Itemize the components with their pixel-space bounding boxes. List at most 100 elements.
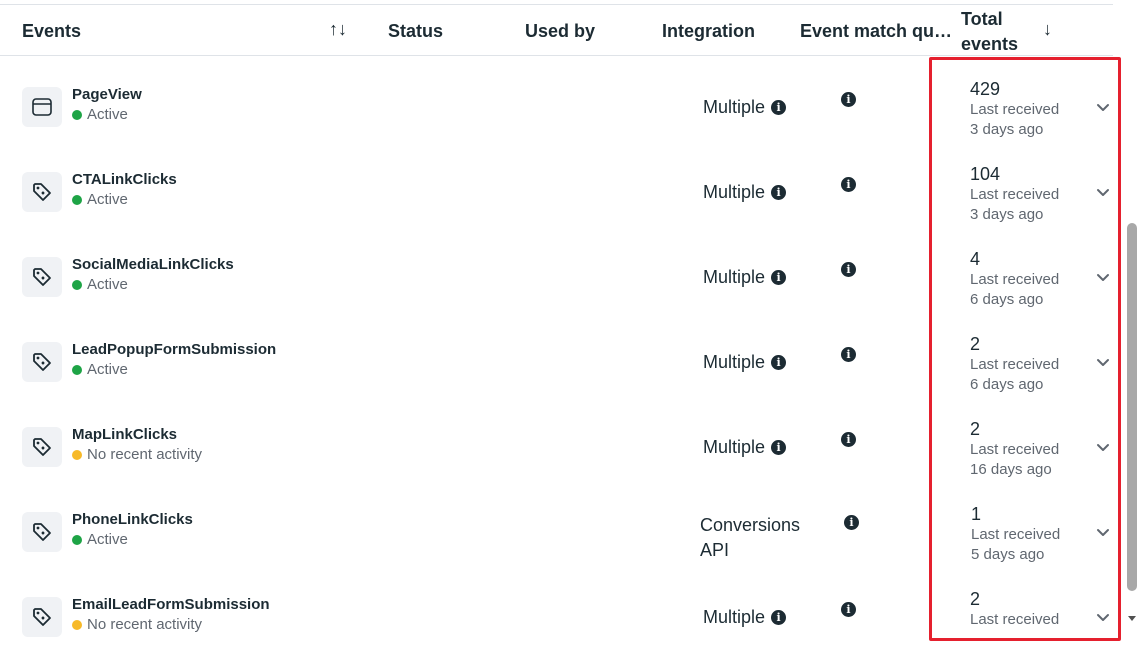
event-status: Active (72, 361, 128, 378)
total-events-count: 104 (970, 164, 1001, 184)
total-events-count: 2 (970, 419, 981, 439)
chevron-down-icon[interactable] (1095, 354, 1111, 370)
info-icon[interactable]: i (841, 432, 856, 447)
event-status: No recent activity (72, 446, 202, 463)
table-row[interactable]: CTALinkClicks Active Multiple i i 104 Last rec… (0, 151, 1113, 236)
event-status-label: Active (87, 276, 128, 293)
last-received-value: 3 days ago (970, 206, 1044, 223)
total-events-count: 1 (971, 504, 982, 524)
info-icon[interactable]: i (841, 602, 856, 617)
event-name[interactable]: MapLinkClicks (72, 426, 177, 443)
event-status: Active (72, 106, 128, 123)
info-icon[interactable]: i (771, 610, 787, 625)
event-match-quality-cell: i (841, 175, 856, 193)
tag-icon (22, 512, 62, 552)
event-status: Active (72, 191, 128, 208)
header-total-events[interactable]: Total events (961, 7, 1041, 57)
total-events-cell: 2 Last received 6 days ago (970, 333, 1059, 395)
integration-value: Multiple (703, 607, 766, 627)
events-table: Events ↑↓ Status Used by Integration Eve… (0, 0, 1147, 645)
header-integration[interactable]: Integration (662, 21, 755, 42)
scrollbar-thumb[interactable] (1127, 223, 1137, 591)
table-row[interactable]: SocialMediaLinkClicks Active Multiple i i 4 La… (0, 236, 1113, 321)
last-received-label: Last received (971, 526, 1061, 543)
table-row[interactable]: PageView Active Multiple i i 429 Last received… (0, 66, 1113, 151)
total-events-cell: 1 Last received 5 days ago (971, 503, 1060, 565)
event-name[interactable]: LeadPopupFormSubmission (72, 341, 276, 358)
integration-value: Multiple (703, 437, 766, 457)
event-name[interactable]: PageView (72, 86, 142, 103)
last-received-label: Last received (970, 101, 1060, 118)
last-received-label: Last received (970, 611, 1060, 628)
header-used-by[interactable]: Used by (525, 21, 595, 42)
info-icon[interactable]: i (771, 355, 787, 370)
total-events-cell: 429 Last received 3 days ago (970, 78, 1059, 140)
integration-cell: Multiple i (703, 607, 787, 628)
info-icon[interactable]: i (771, 440, 787, 455)
status-dot (72, 194, 82, 205)
scroll-down-arrow-icon[interactable] (1126, 612, 1138, 624)
integration-value: Multiple (703, 267, 766, 287)
event-name[interactable]: CTALinkClicks (72, 171, 177, 188)
status-dot (72, 109, 82, 120)
integration-cell: Multiple i (703, 182, 787, 203)
tag-icon (22, 257, 62, 297)
event-name[interactable]: EmailLeadFormSubmission (72, 596, 270, 613)
tag-icon (22, 597, 62, 637)
info-icon[interactable]: i (771, 100, 787, 115)
event-match-quality-cell: i (841, 260, 856, 278)
info-icon[interactable]: i (841, 177, 856, 192)
event-status-label: Active (87, 531, 128, 548)
table-row[interactable]: PhoneLinkClicks Active Conversions API i 1 La… (0, 491, 1113, 576)
table-row[interactable]: EmailLeadFormSubmission No recent activit… (0, 576, 1113, 645)
chevron-down-icon[interactable] (1095, 99, 1111, 115)
total-events-cell: 2 Last received (970, 588, 1059, 630)
event-match-quality-cell: i (844, 513, 859, 531)
chevron-down-icon[interactable] (1095, 524, 1111, 540)
event-status: Active (72, 276, 128, 293)
last-received-label: Last received (970, 441, 1060, 458)
event-status-label: No recent activity (87, 616, 203, 633)
last-received-value: 6 days ago (970, 376, 1044, 393)
info-icon[interactable]: i (841, 262, 856, 277)
chevron-down-icon[interactable] (1095, 439, 1111, 455)
last-received-label: Last received (970, 356, 1060, 373)
table-row[interactable]: MapLinkClicks No recent activity Multiple i… (0, 406, 1113, 491)
sort-arrows-icon[interactable]: ↑↓ (329, 19, 347, 40)
info-icon[interactable]: i (771, 270, 787, 285)
total-events-count: 2 (970, 589, 981, 609)
tag-icon (22, 172, 62, 212)
tag-icon (22, 342, 62, 382)
event-status-label: Active (87, 361, 128, 378)
chevron-down-icon[interactable] (1095, 184, 1111, 200)
arrow-down-icon[interactable]: ↓ (1043, 19, 1052, 40)
last-received-label: Last received (970, 186, 1060, 203)
integration-value: Multiple (703, 182, 766, 202)
header-events[interactable]: Events (22, 21, 81, 42)
chevron-down-icon[interactable] (1095, 609, 1111, 625)
last-received-value: 6 days ago (970, 291, 1044, 308)
status-dot (72, 449, 82, 460)
event-name[interactable]: PhoneLinkClicks (72, 511, 193, 528)
event-name[interactable]: SocialMediaLinkClicks (72, 256, 234, 273)
header-status[interactable]: Status (388, 21, 443, 42)
info-icon[interactable]: i (841, 92, 856, 107)
table-row[interactable]: LeadPopupFormSubmission Active Multiple i i 2… (0, 321, 1113, 406)
last-received-value: 16 days ago (970, 461, 1052, 478)
event-match-quality-cell: i (841, 430, 856, 448)
header-event-match-quality[interactable]: Event match qual... (800, 21, 958, 42)
integration-cell: Multiple i (703, 97, 787, 118)
last-received-label: Last received (970, 271, 1060, 288)
last-received-value: 5 days ago (971, 546, 1045, 563)
event-status: Active (72, 531, 128, 548)
event-status-label: Active (87, 106, 128, 123)
info-icon[interactable]: i (841, 347, 856, 362)
integration-cell: Multiple i (703, 352, 787, 373)
integration-value: Conversions API (700, 515, 801, 560)
integration-cell: Multiple i (703, 267, 787, 288)
chevron-down-icon[interactable] (1095, 269, 1111, 285)
event-match-quality-cell: i (841, 345, 856, 363)
info-icon[interactable]: i (771, 185, 787, 200)
info-icon[interactable]: i (844, 515, 859, 530)
total-events-count: 4 (970, 249, 981, 269)
